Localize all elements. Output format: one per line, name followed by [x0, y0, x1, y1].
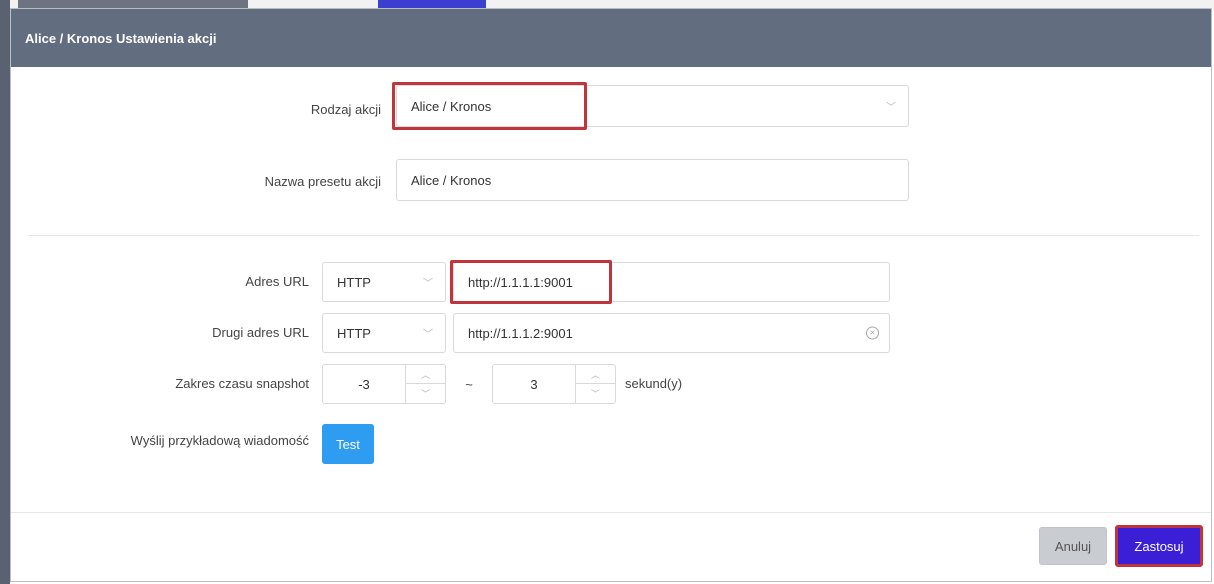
action-type-select[interactable]: Alice / Kronos ﹀	[396, 85, 909, 127]
snapshot-to-stepper[interactable]: 3 ︿ ﹀	[492, 364, 616, 404]
snapshot-unit: sekund(y)	[625, 376, 683, 391]
second-url-protocol-value: HTTP	[337, 325, 371, 341]
chevron-up-icon[interactable]: ︿	[406, 365, 445, 384]
preset-name-value: Alice / Kronos	[411, 172, 492, 188]
snapshot-to-value: 3	[530, 376, 538, 392]
url-value: http://1.1.1.1:9001	[468, 274, 573, 290]
cancel-button[interactable]: Anuluj	[1039, 527, 1107, 565]
second-url-value: http://1.1.1.2:9001	[468, 325, 573, 341]
action-type-label: Rodzaj akcji	[310, 102, 381, 117]
test-button[interactable]: Test	[322, 424, 374, 464]
background-overlay	[0, 0, 10, 584]
test-message-label: Wyślij przykładową wiadomość	[130, 433, 309, 448]
apply-button[interactable]: Zastosuj	[1115, 525, 1203, 567]
background-tab-active	[378, 0, 486, 8]
url-protocol-value: HTTP	[337, 274, 371, 290]
second-url-label: Drugi adres URL	[212, 325, 309, 340]
action-settings-dialog: Alice / Kronos Ustawienia akcji Rodzaj a…	[10, 8, 1212, 582]
background-window-strip	[0, 0, 1214, 8]
second-url-input[interactable]: http://1.1.1.2:9001 ×	[453, 313, 890, 353]
url-protocol-select[interactable]: HTTP ﹀	[322, 262, 446, 302]
chevron-down-icon[interactable]: ﹀	[406, 384, 445, 403]
chevron-down-icon[interactable]: ﹀	[576, 384, 615, 403]
dialog-header: Alice / Kronos Ustawienia akcji	[11, 9, 1211, 67]
footer-divider	[11, 512, 1211, 513]
action-type-value: Alice / Kronos	[411, 98, 492, 114]
preset-name-input[interactable]: Alice / Kronos	[396, 159, 909, 201]
clear-circle-icon[interactable]: ×	[866, 326, 879, 340]
snapshot-range-label: Zakres czasu snapshot	[175, 376, 309, 391]
second-url-protocol-select[interactable]: HTTP ﹀	[322, 313, 446, 353]
snapshot-from-value: -3	[358, 376, 370, 392]
chevron-up-icon[interactable]: ︿	[576, 365, 615, 384]
section-divider	[29, 235, 1199, 236]
url-input[interactable]: http://1.1.1.1:9001	[453, 262, 890, 302]
preset-name-label: Nazwa presetu akcji	[264, 174, 381, 189]
chevron-down-icon: ﹀	[886, 102, 896, 114]
dialog-title: Alice / Kronos Ustawienia akcji	[25, 30, 217, 46]
url-label: Adres URL	[245, 274, 309, 289]
range-separator: ~	[465, 377, 473, 392]
chevron-down-icon: ﹀	[423, 278, 433, 290]
chevron-down-icon: ﹀	[423, 329, 433, 341]
snapshot-from-stepper[interactable]: -3 ︿ ﹀	[322, 364, 446, 404]
background-tab	[18, 0, 248, 8]
